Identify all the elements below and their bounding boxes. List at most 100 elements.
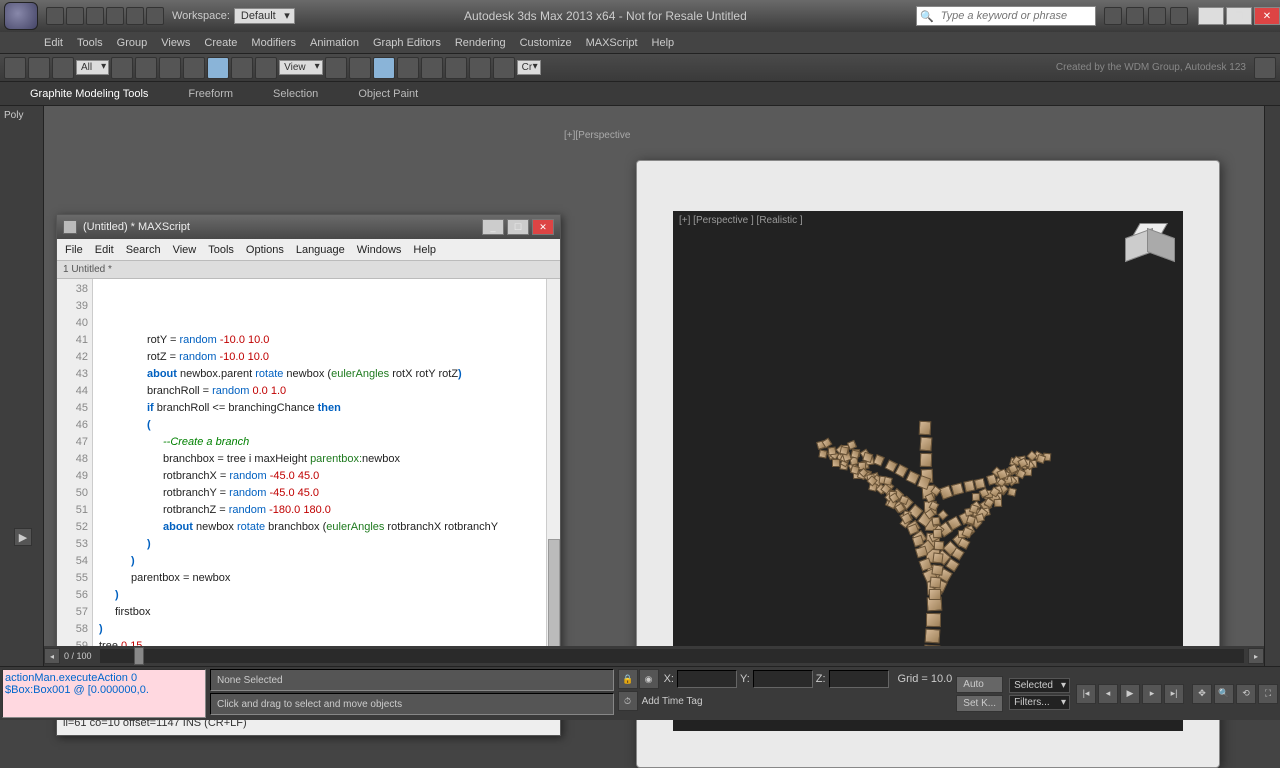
manip-icon[interactable] xyxy=(349,57,371,79)
angle-snap-icon[interactable] xyxy=(397,57,419,79)
timeline-slider[interactable] xyxy=(100,649,1244,663)
exchange-icon[interactable] xyxy=(1126,7,1144,25)
maxscript-listener[interactable]: actionMan.executeAction 0 $Box:Box001 @ … xyxy=(2,669,206,718)
minimize-button[interactable]: _ xyxy=(1198,7,1224,25)
window-crossing-icon[interactable] xyxy=(183,57,205,79)
next-frame-icon[interactable]: ▸ xyxy=(1142,684,1162,704)
vertical-scrollbar[interactable] xyxy=(546,279,560,695)
refcoord-dropdown[interactable]: View xyxy=(279,60,323,75)
search-input[interactable] xyxy=(937,10,1095,22)
isolate-icon[interactable]: ◉ xyxy=(639,669,659,689)
named-sel-icon[interactable] xyxy=(469,57,491,79)
mxs-menu-tools[interactable]: Tools xyxy=(208,244,234,256)
qat-redo-icon[interactable] xyxy=(126,7,144,25)
timeline-next-icon[interactable]: ▸ xyxy=(1248,648,1264,664)
key-filters-button[interactable]: Filters... xyxy=(1009,695,1070,710)
search-box[interactable]: 🔍 xyxy=(916,6,1096,26)
mxs-menu-language[interactable]: Language xyxy=(296,244,345,256)
maximize-button[interactable]: ☐ xyxy=(1226,7,1252,25)
viewport-label[interactable]: [+] [Perspective ] [Realistic ] xyxy=(679,215,803,226)
maxscript-titlebar[interactable]: (Untitled) * MAXScript _ ☐ ✕ xyxy=(57,215,560,239)
menu-help[interactable]: Help xyxy=(652,37,675,49)
key-filter-dropdown[interactable]: Selected xyxy=(1009,678,1070,693)
favorites-icon[interactable] xyxy=(1148,7,1166,25)
code-editor[interactable]: rotY = random -10.0 10.0rotZ = random -1… xyxy=(93,279,560,695)
timeline[interactable]: ◂ 0 / 100 ▸ xyxy=(44,646,1264,666)
qat-undo-icon[interactable] xyxy=(106,7,124,25)
maxscript-file-tab[interactable]: 1 Untitled * xyxy=(57,261,560,279)
mxs-menu-view[interactable]: View xyxy=(173,244,197,256)
goto-end-icon[interactable]: ▸| xyxy=(1164,684,1184,704)
workspace-dropdown[interactable]: Default xyxy=(234,8,295,24)
ribbon-tab-freeform[interactable]: Freeform xyxy=(188,88,233,100)
time-config-icon[interactable]: ⏱ xyxy=(618,691,638,711)
mxs-menu-edit[interactable]: Edit xyxy=(95,244,114,256)
menu-maxscript[interactable]: MAXScript xyxy=(586,37,638,49)
y-coord-input[interactable] xyxy=(753,670,813,688)
menu-group[interactable]: Group xyxy=(117,37,148,49)
close-button[interactable]: ✕ xyxy=(1254,7,1280,25)
auto-key-button[interactable]: Auto xyxy=(956,676,1003,693)
nav-pan-icon[interactable]: ✥ xyxy=(1192,684,1212,704)
menu-create[interactable]: Create xyxy=(204,37,237,49)
play-icon[interactable]: ▶ xyxy=(1120,684,1140,704)
viewcube[interactable] xyxy=(1125,223,1171,263)
command-panel-collapsed[interactable] xyxy=(1264,106,1280,666)
mxs-maximize-button[interactable]: ☐ xyxy=(507,219,529,235)
qat-new-icon[interactable] xyxy=(46,7,64,25)
mxs-menu-options[interactable]: Options xyxy=(246,244,284,256)
mxs-menu-file[interactable]: File xyxy=(65,244,83,256)
scale-icon[interactable] xyxy=(255,57,277,79)
help-icon[interactable] xyxy=(1170,7,1188,25)
nav-orbit-icon[interactable]: ⟲ xyxy=(1236,684,1256,704)
ribbon-tab-selection[interactable]: Selection xyxy=(273,88,318,100)
menu-views[interactable]: Views xyxy=(161,37,190,49)
qat-link-icon[interactable] xyxy=(146,7,164,25)
viewport-config-icon[interactable] xyxy=(1254,57,1276,79)
create-dropdown[interactable]: Cr xyxy=(517,60,541,75)
ribbon-tab-graphite-modeling-tools[interactable]: Graphite Modeling Tools xyxy=(30,88,148,100)
menu-animation[interactable]: Animation xyxy=(310,37,359,49)
select-name-icon[interactable] xyxy=(135,57,157,79)
menu-tools[interactable]: Tools xyxy=(77,37,103,49)
x-coord-input[interactable] xyxy=(677,670,737,688)
mirror-icon[interactable] xyxy=(493,57,515,79)
menu-modifiers[interactable]: Modifiers xyxy=(251,37,296,49)
menu-customize[interactable]: Customize xyxy=(520,37,572,49)
timeline-play-icon[interactable]: ▶ xyxy=(14,528,32,546)
mxs-menu-search[interactable]: Search xyxy=(126,244,161,256)
unlink-icon[interactable] xyxy=(28,57,50,79)
rect-select-icon[interactable] xyxy=(159,57,181,79)
goto-start-icon[interactable]: |◂ xyxy=(1076,684,1096,704)
mxs-close-button[interactable]: ✕ xyxy=(532,219,554,235)
select-icon[interactable] xyxy=(111,57,133,79)
menu-rendering[interactable]: Rendering xyxy=(455,37,506,49)
move-icon[interactable] xyxy=(207,57,229,79)
pivot-icon[interactable] xyxy=(325,57,347,79)
lock-icon[interactable]: 🔒 xyxy=(618,669,638,689)
mxs-minimize-button[interactable]: _ xyxy=(482,219,504,235)
select-link-icon[interactable] xyxy=(4,57,26,79)
set-key-button[interactable]: Set K... xyxy=(956,695,1003,712)
percent-snap-icon[interactable] xyxy=(421,57,443,79)
snap-icon[interactable] xyxy=(373,57,395,79)
timeline-handle[interactable] xyxy=(134,647,144,665)
add-time-tag[interactable]: Add Time Tag xyxy=(642,696,703,707)
spinner-snap-icon[interactable] xyxy=(445,57,467,79)
rotate-icon[interactable] xyxy=(231,57,253,79)
app-logo[interactable] xyxy=(4,2,38,30)
z-coord-input[interactable] xyxy=(829,670,889,688)
viewport-label-left[interactable]: [+][Perspective xyxy=(564,130,630,141)
menu-edit[interactable]: Edit xyxy=(44,37,63,49)
signin-icon[interactable] xyxy=(1104,7,1122,25)
mxs-menu-help[interactable]: Help xyxy=(413,244,436,256)
nav-max-icon[interactable]: ⛶ xyxy=(1258,684,1278,704)
qat-open-icon[interactable] xyxy=(66,7,84,25)
tree-geometry[interactable] xyxy=(723,321,1143,681)
prev-frame-icon[interactable]: ◂ xyxy=(1098,684,1118,704)
ribbon-tab-object-paint[interactable]: Object Paint xyxy=(358,88,418,100)
nav-zoom-icon[interactable]: 🔍 xyxy=(1214,684,1234,704)
mxs-menu-windows[interactable]: Windows xyxy=(357,244,402,256)
bind-icon[interactable] xyxy=(52,57,74,79)
qat-save-icon[interactable] xyxy=(86,7,104,25)
